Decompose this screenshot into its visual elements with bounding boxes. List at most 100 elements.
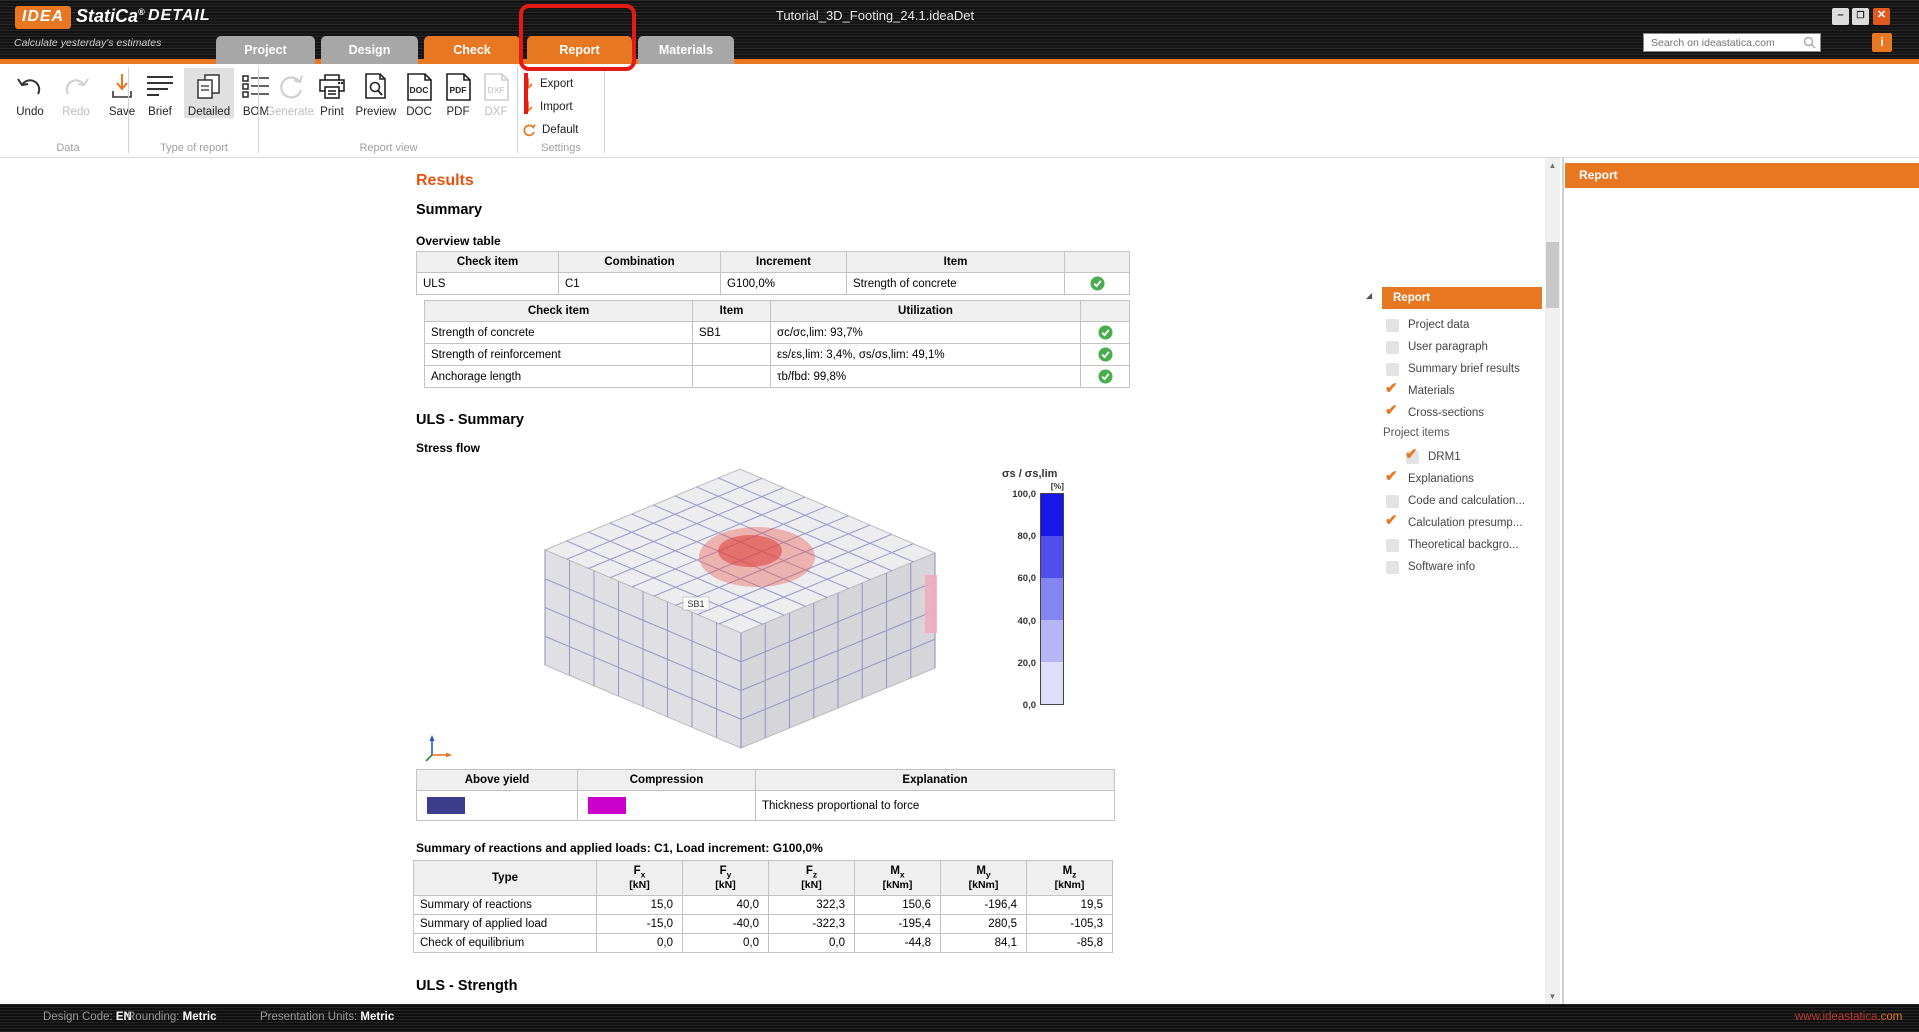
main-tabs: Project Design Check Report Materials bbox=[0, 0, 1919, 64]
default-menu-item[interactable]: Default bbox=[522, 120, 602, 140]
tree-item-code-calculation[interactable]: Code and calculation... bbox=[1382, 491, 1547, 511]
checkbox[interactable] bbox=[1386, 341, 1399, 354]
content-scrollbar[interactable]: ▲ ▼ bbox=[1545, 158, 1560, 1004]
legend-title: σs / σs,lim bbox=[1002, 468, 1092, 480]
ribbon-separator bbox=[258, 67, 259, 153]
pass-check-icon bbox=[1098, 325, 1113, 340]
tree-item-user-paragraph[interactable]: User paragraph bbox=[1382, 337, 1547, 357]
legend-tick: 0,0 bbox=[996, 700, 1036, 711]
col-header: Combination bbox=[559, 252, 721, 273]
col-header: Utilization bbox=[771, 301, 1081, 322]
ribbon-separator bbox=[604, 67, 605, 153]
svg-text:DXF: DXF bbox=[488, 85, 505, 95]
summary-heading: Summary bbox=[416, 202, 482, 218]
export-menu-item[interactable]: Export bbox=[522, 74, 602, 94]
model-label: SB1 bbox=[687, 599, 704, 609]
legend-color-bar bbox=[1040, 493, 1064, 705]
tree-item-software-info[interactable]: Software info bbox=[1382, 557, 1547, 577]
tree-group-project-items: Project items bbox=[1383, 427, 1449, 439]
reactions-caption: Summary of reactions and applied loads: … bbox=[416, 841, 823, 855]
tree-item-calculation-presumptions[interactable]: Calculation presump... bbox=[1382, 513, 1547, 533]
table-row: Anchorage length τb/fbd: 99,8% bbox=[425, 366, 1130, 388]
axis-triad-icon bbox=[424, 733, 454, 763]
results-heading: Results bbox=[416, 172, 474, 190]
scroll-down-arrow[interactable]: ▼ bbox=[1545, 989, 1560, 1004]
tab-materials[interactable]: Materials bbox=[638, 36, 734, 64]
compression-swatch bbox=[588, 797, 626, 814]
print-button[interactable]: Print bbox=[314, 68, 350, 118]
tree-root-report[interactable]: Report bbox=[1382, 287, 1542, 309]
stress-legend: σs / σs,lim [%] 100,0 80,0 60,0 40,0 20,… bbox=[1002, 468, 1092, 708]
stress-flow-3d-view[interactable]: SB1 bbox=[505, 455, 985, 760]
print-icon bbox=[314, 68, 350, 102]
detailed-icon bbox=[184, 68, 234, 102]
col-header: Mx[kNm] bbox=[855, 861, 941, 896]
table-row: Strength of concrete SB1 σc/σc,lim: 93,7… bbox=[425, 322, 1130, 344]
brief-button[interactable]: Brief bbox=[138, 68, 182, 118]
doc-file-icon: DOC bbox=[400, 68, 438, 102]
stress-patch bbox=[925, 575, 937, 633]
legend-tick: 20,0 bbox=[996, 658, 1036, 669]
generate-button[interactable]: Generate bbox=[264, 68, 316, 118]
legend-segment bbox=[1041, 662, 1063, 704]
group-label-view: Report view bbox=[260, 142, 517, 154]
tab-report[interactable]: Report bbox=[527, 36, 632, 64]
pass-check-icon bbox=[1090, 276, 1105, 291]
undo-button[interactable]: Undo bbox=[8, 68, 52, 118]
yield-legend-table: Above yield Compression Explanation Thic… bbox=[416, 769, 1115, 821]
overview-table: Check item Combination Increment Item UL… bbox=[416, 251, 1130, 295]
scroll-up-arrow[interactable]: ▲ bbox=[1545, 158, 1560, 173]
checkbox[interactable] bbox=[1386, 363, 1399, 376]
export-icon bbox=[522, 77, 534, 92]
tree-item-cross-sections[interactable]: Cross-sections bbox=[1382, 403, 1547, 423]
checkbox[interactable] bbox=[1386, 385, 1399, 398]
col-header: Item bbox=[847, 252, 1065, 273]
report-side-panel: Report bbox=[1564, 158, 1919, 1004]
checkbox[interactable] bbox=[1386, 517, 1399, 530]
table-row: ULS C1 G100,0% Strength of concrete bbox=[417, 273, 1130, 295]
rounding-status: Rounding: Metric bbox=[127, 1011, 217, 1023]
pdf-file-icon: PDF bbox=[440, 68, 476, 102]
legend-tick: 60,0 bbox=[996, 573, 1036, 584]
col-header: Check item bbox=[417, 252, 559, 273]
preview-button[interactable]: Preview bbox=[352, 68, 400, 118]
dxf-file-icon: DXF bbox=[478, 68, 514, 102]
dxf-button[interactable]: DXF DXF bbox=[478, 68, 514, 118]
import-menu-item[interactable]: Import bbox=[522, 97, 602, 117]
detailed-button[interactable]: Detailed bbox=[184, 68, 234, 118]
group-label-data: Data bbox=[8, 142, 128, 154]
col-header: Type bbox=[414, 861, 597, 896]
tab-check[interactable]: Check bbox=[424, 36, 520, 64]
legend-segment bbox=[1041, 578, 1063, 620]
tree-item-drm1[interactable]: DRM1 bbox=[1402, 447, 1567, 467]
checkbox[interactable] bbox=[1386, 319, 1399, 332]
checkbox[interactable] bbox=[1386, 407, 1399, 420]
tree-item-project-data[interactable]: Project data bbox=[1382, 315, 1547, 335]
tab-project[interactable]: Project bbox=[216, 36, 315, 64]
reactions-table: Type Fx[kN] Fy[kN] Fz[kN] Mx[kNm] My[kNm… bbox=[413, 860, 1113, 953]
tree-item-explanations[interactable]: Explanations bbox=[1382, 469, 1547, 489]
redo-button[interactable]: Redo bbox=[54, 68, 98, 118]
tree-expander-icon[interactable]: ◢ bbox=[1366, 291, 1372, 300]
checkbox[interactable] bbox=[1406, 451, 1419, 464]
legend-tick: 40,0 bbox=[996, 616, 1036, 627]
doc-button[interactable]: DOC DOC bbox=[400, 68, 438, 118]
checkbox[interactable] bbox=[1386, 561, 1399, 574]
website-link[interactable]: www.ideastatica.com bbox=[1795, 1011, 1902, 1023]
pdf-button[interactable]: PDF PDF bbox=[440, 68, 476, 118]
scrollbar-thumb[interactable] bbox=[1546, 242, 1559, 308]
checkbox[interactable] bbox=[1386, 473, 1399, 486]
tree-item-materials[interactable]: Materials bbox=[1382, 381, 1547, 401]
uls-summary-heading: ULS - Summary bbox=[416, 412, 524, 428]
checkbox[interactable] bbox=[1386, 495, 1399, 508]
col-header: Increment bbox=[721, 252, 847, 273]
undo-icon bbox=[8, 68, 52, 102]
tree-item-summary-brief[interactable]: Summary brief results bbox=[1382, 359, 1547, 379]
col-header: Check item bbox=[425, 301, 693, 322]
col-header: My[kNm] bbox=[941, 861, 1027, 896]
tree-item-theoretical-background[interactable]: Theoretical backgro... bbox=[1382, 535, 1547, 555]
checkbox[interactable] bbox=[1386, 539, 1399, 552]
pass-check-icon bbox=[1098, 369, 1113, 384]
svg-text:PDF: PDF bbox=[450, 85, 467, 95]
tab-design[interactable]: Design bbox=[321, 36, 418, 64]
